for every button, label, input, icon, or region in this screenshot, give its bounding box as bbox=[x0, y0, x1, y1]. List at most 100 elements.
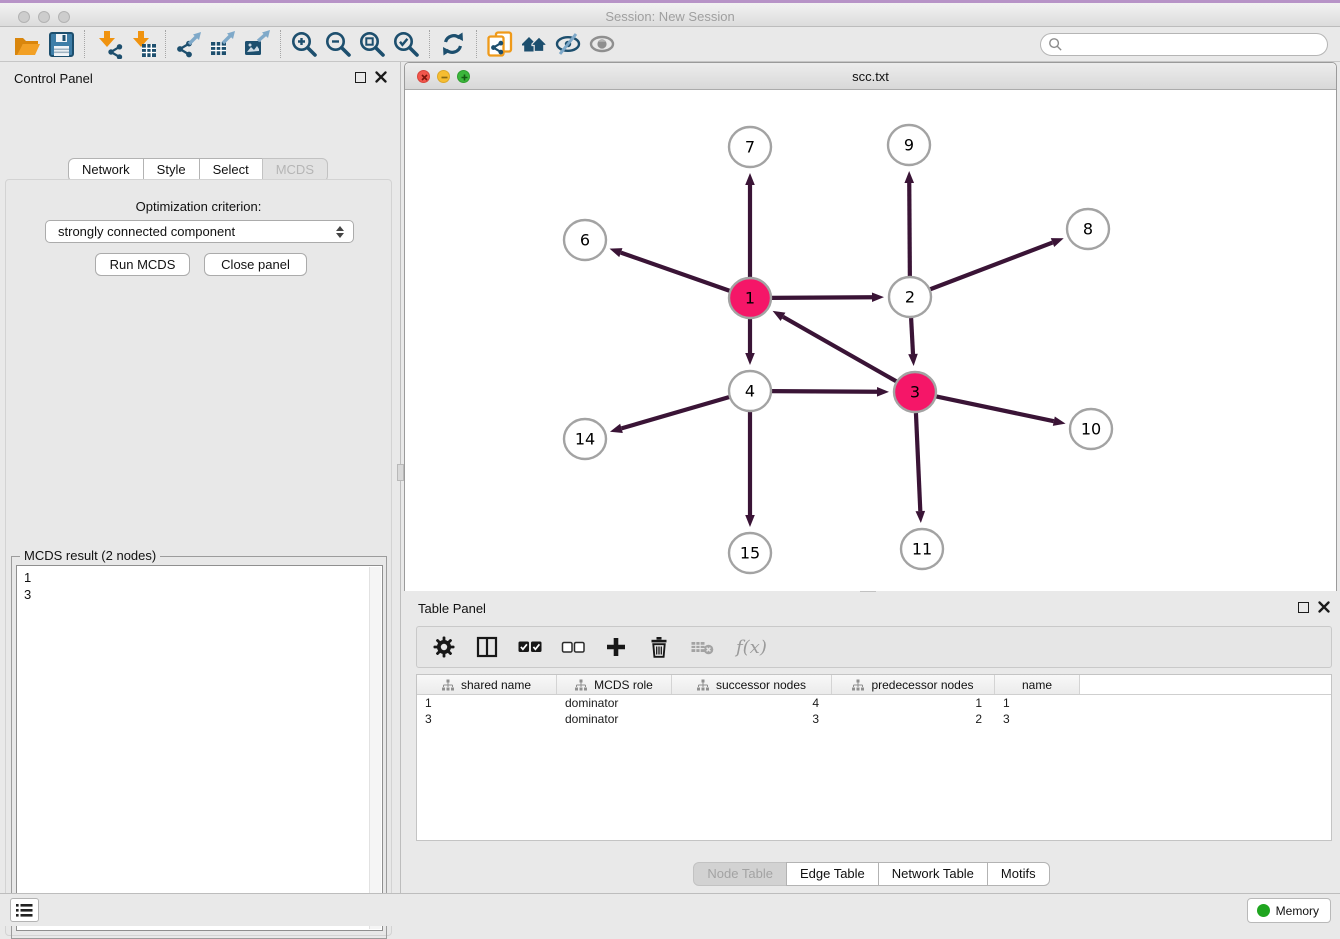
table-cell[interactable]: 3 bbox=[417, 712, 557, 726]
task-list-icon bbox=[16, 903, 33, 918]
clone-network-icon[interactable] bbox=[483, 29, 517, 59]
search-icon bbox=[1048, 37, 1063, 52]
table-cell[interactable]: dominator bbox=[557, 712, 672, 726]
edge-2-9[interactable] bbox=[904, 171, 914, 276]
show-columns-icon[interactable] bbox=[474, 634, 500, 660]
mcds-result-title: MCDS result (2 nodes) bbox=[20, 548, 160, 563]
table-tab-network-table[interactable]: Network Table bbox=[878, 862, 988, 886]
graph-node-9[interactable]: 9 bbox=[888, 125, 930, 165]
table-row[interactable]: 3dominator323 bbox=[417, 711, 1331, 727]
close-panel-icon[interactable] bbox=[375, 71, 387, 83]
table-tab-motifs[interactable]: Motifs bbox=[987, 862, 1050, 886]
table-cell[interactable]: 3 bbox=[995, 712, 1080, 726]
svg-text:6: 6 bbox=[580, 231, 590, 250]
result-scrollbar[interactable] bbox=[369, 567, 381, 929]
edge-4-3[interactable] bbox=[771, 387, 889, 397]
edge-1-6[interactable] bbox=[610, 248, 731, 291]
function-builder-icon[interactable]: f(x) bbox=[732, 634, 772, 660]
column-label: MCDS role bbox=[594, 678, 653, 692]
graph-node-11[interactable]: 11 bbox=[901, 529, 943, 569]
hide-details-icon[interactable] bbox=[551, 29, 585, 59]
search-input[interactable] bbox=[1040, 33, 1328, 56]
export-image-icon[interactable] bbox=[240, 29, 274, 59]
create-column-plus-icon[interactable] bbox=[603, 634, 629, 660]
edge-3-11[interactable] bbox=[916, 413, 926, 523]
status-bar: Memory bbox=[0, 893, 1340, 926]
graph-node-8[interactable]: 8 bbox=[1067, 209, 1109, 249]
control-panel-title: Control Panel bbox=[14, 71, 93, 86]
graph-node-10[interactable]: 10 bbox=[1070, 409, 1112, 449]
zoom-fit-icon[interactable] bbox=[355, 29, 389, 59]
optimization-criterion-select[interactable]: strongly connected component bbox=[45, 220, 354, 243]
close-table-panel-icon[interactable] bbox=[1318, 601, 1330, 613]
column-header-predecessor-nodes[interactable]: predecessor nodes bbox=[832, 675, 995, 694]
delete-table-icon[interactable] bbox=[689, 634, 715, 660]
edge-3-1[interactable] bbox=[773, 311, 897, 382]
task-history-button[interactable] bbox=[10, 898, 39, 922]
table-tab-edge-table[interactable]: Edge Table bbox=[786, 862, 879, 886]
edge-2-3[interactable] bbox=[908, 318, 918, 366]
table-cell[interactable]: 4 bbox=[672, 696, 832, 710]
edge-4-14[interactable] bbox=[610, 397, 730, 433]
select-stepper-icon bbox=[334, 224, 345, 240]
svg-text:15: 15 bbox=[740, 544, 760, 563]
memory-button[interactable]: Memory bbox=[1247, 898, 1331, 923]
birds-eye-icon[interactable] bbox=[585, 29, 619, 59]
graph-node-14[interactable]: 14 bbox=[564, 419, 606, 459]
network-home-icon[interactable] bbox=[517, 29, 551, 59]
zoom-in-icon[interactable] bbox=[287, 29, 321, 59]
zoom-out-icon[interactable] bbox=[321, 29, 355, 59]
column-header-successor-nodes[interactable]: successor nodes bbox=[672, 675, 832, 694]
network-canvas[interactable]: 7 9 6 8 1 2 4 3 14 10 15 11 bbox=[405, 91, 1336, 591]
graph-node-6[interactable]: 6 bbox=[564, 220, 606, 260]
unselect-all-columns-icon[interactable] bbox=[560, 634, 586, 660]
memory-status-dot bbox=[1257, 904, 1270, 917]
table-cell[interactable]: 1 bbox=[832, 696, 995, 710]
table-row[interactable]: 1dominator411 bbox=[417, 695, 1331, 711]
column-header-MCDS-role[interactable]: MCDS role bbox=[557, 675, 672, 694]
svg-text:f(x): f(x) bbox=[734, 637, 767, 658]
export-table-icon[interactable] bbox=[206, 29, 240, 59]
column-header-name[interactable]: name bbox=[995, 675, 1080, 694]
import-network-icon[interactable] bbox=[91, 29, 125, 59]
select-all-columns-icon[interactable] bbox=[517, 634, 543, 660]
edge-1-7[interactable] bbox=[745, 173, 755, 277]
refresh-icon[interactable] bbox=[436, 29, 470, 59]
delete-column-trash-icon[interactable] bbox=[646, 634, 672, 660]
export-network-icon[interactable] bbox=[172, 29, 206, 59]
graph-node-15[interactable]: 15 bbox=[729, 533, 771, 573]
graph-node-7[interactable]: 7 bbox=[729, 127, 771, 167]
window-titlebar: Session: New Session bbox=[0, 0, 1340, 27]
svg-text:10: 10 bbox=[1081, 420, 1101, 439]
mcds-result-group: MCDS result (2 nodes) 13 bbox=[11, 556, 387, 939]
mcds-result-textarea[interactable]: 13 bbox=[16, 565, 383, 931]
zoom-selected-icon[interactable] bbox=[389, 29, 423, 59]
edge-1-4[interactable] bbox=[745, 319, 755, 365]
table-cell[interactable]: 2 bbox=[832, 712, 995, 726]
optimization-criterion-label: Optimization criterion: bbox=[6, 199, 391, 214]
node-table: shared name MCDS role successor nodesprede… bbox=[416, 674, 1332, 841]
float-table-panel-icon[interactable] bbox=[1298, 602, 1309, 613]
edge-1-2[interactable] bbox=[771, 292, 884, 302]
open-session-icon[interactable] bbox=[10, 29, 44, 59]
edge-3-10[interactable] bbox=[936, 396, 1066, 426]
table-cell[interactable]: 1 bbox=[995, 696, 1080, 710]
run-mcds-button[interactable]: Run MCDS bbox=[95, 253, 190, 276]
table-cell[interactable]: 1 bbox=[417, 696, 557, 710]
graph-node-2[interactable]: 2 bbox=[889, 277, 931, 317]
table-settings-gear-icon[interactable] bbox=[431, 634, 457, 660]
edge-4-15[interactable] bbox=[745, 412, 755, 527]
table-cell[interactable]: 3 bbox=[672, 712, 832, 726]
graph-node-4[interactable]: 4 bbox=[729, 371, 771, 411]
float-panel-icon[interactable] bbox=[355, 72, 366, 83]
graph-node-1[interactable]: 1 bbox=[729, 278, 771, 318]
table-cell[interactable]: dominator bbox=[557, 696, 672, 710]
edge-2-8[interactable] bbox=[930, 238, 1064, 289]
graph-node-3[interactable]: 3 bbox=[894, 372, 936, 412]
vertical-splitter-handle[interactable] bbox=[397, 464, 404, 481]
save-session-icon[interactable] bbox=[44, 29, 78, 59]
import-table-icon[interactable] bbox=[125, 29, 159, 59]
close-panel-button[interactable]: Close panel bbox=[204, 253, 307, 276]
column-header-shared-name[interactable]: shared name bbox=[417, 675, 557, 694]
table-tab-node-table[interactable]: Node Table bbox=[693, 862, 787, 886]
